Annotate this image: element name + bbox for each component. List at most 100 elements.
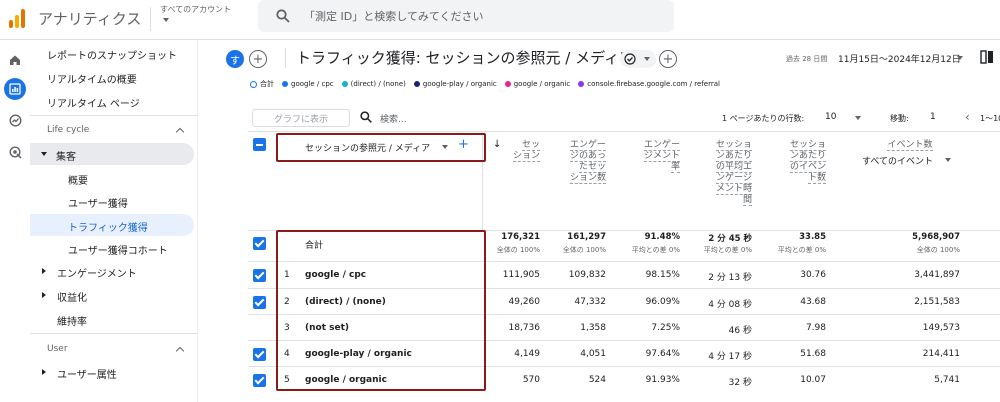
row-metric-value: 214,411 — [922, 349, 960, 359]
row-metric-value: 4 分 08 秒 — [708, 300, 752, 310]
add-comparison-button[interactable]: + — [249, 50, 267, 68]
row-metric-value: 96.09% — [645, 297, 680, 307]
chevron-up-icon[interactable] — [175, 346, 185, 356]
totals-checkbox[interactable] — [253, 237, 266, 250]
expand-right-icon — [42, 369, 46, 375]
highlight-box-header — [276, 133, 486, 162]
row-metric-value: 3,441,897 — [914, 270, 960, 280]
metric-header[interactable]: セッショ ンあたり の平均エ ンゲージ メント時間 — [692, 140, 752, 206]
rows-caret-icon[interactable] — [855, 116, 861, 120]
sidebar-item-retention[interactable]: 維持率 — [57, 313, 87, 328]
search-icon — [360, 111, 372, 123]
metric-header-event-count[interactable]: イベント数 — [860, 140, 960, 151]
metric-header-label: 率 — [670, 162, 680, 173]
row-checkbox[interactable] — [253, 269, 266, 282]
global-search-box[interactable]: 「測定 ID」と検索してみてください — [258, 0, 674, 32]
row-metric-value: 10.07 — [800, 375, 826, 385]
event-caret-icon[interactable] — [945, 158, 951, 162]
sidebar-item-overview[interactable]: 概要 — [68, 172, 88, 187]
select-all-checkbox[interactable] — [253, 138, 266, 151]
metric-header-label: セッ — [521, 140, 540, 151]
row-metric-value: 46 秒 — [728, 326, 752, 336]
legend-item: (direct) / (none) — [341, 79, 406, 89]
chevron-down-icon — [644, 57, 650, 61]
total-subtext: 平均との差 0% — [703, 246, 752, 254]
expand-right-icon — [42, 268, 46, 274]
table-search-input[interactable]: 検索... — [380, 112, 407, 125]
sidebar: レポートのスナップショット リアルタイムの概要 リアルタイム ページ Life … — [30, 40, 198, 402]
avatar[interactable]: す — [226, 50, 244, 68]
metric-header[interactable]: セッ ション — [480, 140, 540, 162]
row-metric-value: 524 — [588, 375, 606, 385]
goto-input[interactable]: 1 — [930, 112, 936, 122]
metric-header[interactable]: エンゲー ジメント率 — [620, 140, 680, 173]
compare-icon[interactable] — [980, 50, 994, 64]
sidebar-item-snapshot[interactable]: レポートのスナップショット — [47, 47, 177, 62]
divider — [150, 7, 151, 31]
total-subtext: 全体の 100% — [562, 246, 606, 254]
row-metric-value: 109,832 — [568, 270, 606, 280]
row-checkbox[interactable] — [253, 322, 266, 335]
page-title: トラフィック獲得: セッションの参照元 / メディア — [296, 49, 635, 67]
divider — [248, 131, 1000, 132]
account-selector[interactable]: すべてのアカウント — [160, 4, 231, 15]
metric-header[interactable]: セッショ ンあたり のイベン ト数 — [766, 140, 826, 184]
metric-header-label: エンゲー — [569, 140, 606, 151]
row-checkbox[interactable] — [253, 374, 266, 387]
analytics-logo-icon — [9, 9, 25, 28]
total-subtext: 平均との差 0% — [777, 246, 826, 254]
total-value: 2 分 45 秒 — [708, 234, 752, 244]
row-checkbox[interactable] — [253, 348, 266, 361]
global-search-input[interactable]: 「測定 ID」と検索してみてください — [304, 8, 484, 24]
date-range-picker[interactable]: 11月15日～2024年12月12日 — [838, 52, 961, 65]
customize-report-button[interactable]: + — [659, 50, 677, 68]
row-checkbox[interactable] — [253, 296, 266, 309]
explore-icon[interactable] — [4, 109, 26, 131]
sidebar-group-engagement[interactable]: エンゲージメント — [57, 265, 137, 280]
row-metric-value: 4 分 17 秒 — [708, 352, 752, 362]
legend-marker — [250, 80, 257, 88]
rows-per-page-select[interactable]: 10 — [825, 112, 836, 122]
chart-legend: 合計 google / cpc (direct) / (none) google-pl… — [250, 79, 720, 89]
total-value: 161,297 — [567, 232, 606, 242]
sidebar-item-user-cohort[interactable]: ユーザー獲得コホート — [68, 242, 168, 257]
metric-header-label: ション数 — [569, 173, 606, 184]
sidebar-item-user-acquisition[interactable]: ユーザー獲得 — [68, 195, 128, 210]
section-user-title[interactable]: User — [47, 344, 68, 354]
date-preset: 過去 28 日間 — [786, 55, 828, 63]
sidebar-item-realtime-pages[interactable]: リアルタイム ページ — [47, 95, 140, 110]
metric-header-label: エンゲー — [643, 140, 680, 151]
reports-icon[interactable] — [4, 78, 26, 100]
metric-header-label: セッショ — [715, 140, 752, 151]
sidebar-item-realtime-overview[interactable]: リアルタイムの概要 — [47, 71, 137, 86]
sidebar-group-demographics[interactable]: ユーザー属性 — [57, 366, 117, 381]
section-lifecycle-title[interactable]: Life cycle — [47, 125, 89, 135]
plot-rows-button[interactable]: グラフに表示 — [252, 109, 350, 127]
sidebar-group-acquisition[interactable] — [30, 143, 194, 165]
home-icon[interactable] — [4, 49, 26, 71]
event-filter-select[interactable]: すべてのイベント — [862, 154, 933, 167]
report-status-chip[interactable] — [620, 50, 656, 68]
total-value: 91.48% — [644, 232, 680, 242]
sidebar-group-monetization[interactable]: 収益化 — [57, 289, 87, 304]
row-metric-value: 4,051 — [580, 349, 606, 359]
advertising-icon[interactable] — [4, 141, 26, 163]
row-metric-value: 2,151,583 — [914, 297, 960, 307]
account-caret-icon[interactable] — [163, 18, 169, 22]
row-metric-value: 7.25% — [651, 323, 680, 333]
date-caret-icon[interactable] — [957, 56, 963, 60]
row-metric-value: 98.15% — [645, 270, 680, 280]
sidebar-item-traffic-acquisition-label: トラフィック獲得 — [68, 223, 148, 234]
previous-page-icon[interactable]: ‹ — [965, 110, 970, 124]
row-metric-value: 43.68 — [800, 297, 826, 307]
metric-header-label: のイベン — [789, 162, 826, 173]
row-metric-value: 5,741 — [934, 375, 960, 385]
row-metric-value: 91.93% — [645, 375, 680, 385]
search-icon — [276, 9, 290, 23]
metric-header-label: ション — [512, 151, 540, 162]
total-value: 5,968,907 — [912, 232, 960, 242]
legend-label: google-play / organic — [422, 80, 497, 88]
metric-header[interactable]: エンゲー ジのあっ たセッ ション数 — [546, 140, 606, 184]
chevron-up-icon[interactable] — [175, 127, 185, 137]
divider — [30, 333, 198, 334]
